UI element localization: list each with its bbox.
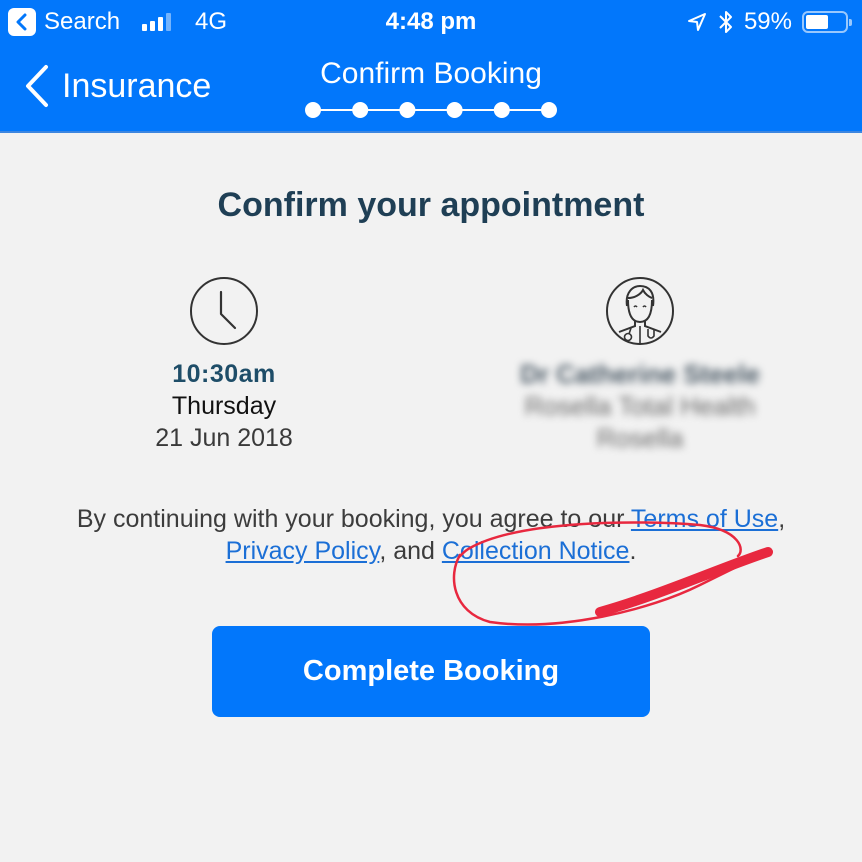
privacy-policy-link[interactable]: Privacy Policy (226, 537, 380, 565)
booking-screen: Search 4G 4:48 pm 59% Insurance Confirm … (0, 0, 862, 862)
practitioner-block: Dr Catherine Steele Rosella Total Health… (490, 276, 790, 454)
battery-icon (802, 11, 852, 33)
status-right: 59% (686, 7, 852, 37)
bluetooth-icon (719, 11, 732, 33)
stepper-dot (541, 102, 557, 118)
stepper-dot (352, 102, 369, 118)
consent-sep: , and (379, 537, 442, 565)
consent-prefix: By continuing with your booking, you agr… (76, 505, 631, 533)
consent-sep: , (778, 505, 786, 533)
confirm-heading: Confirm your appointment (217, 186, 645, 224)
appointment-date: 21 Jun 2018 (155, 424, 293, 452)
clock-icon (190, 277, 258, 345)
progress-stepper (305, 102, 557, 118)
stepper-dot (493, 102, 510, 118)
location-arrow-icon (687, 13, 706, 31)
app-header: Search 4G 4:48 pm 59% Insurance Confirm … (0, 0, 862, 133)
appointment-time-block: 10:30am Thursday 21 Jun 2018 (124, 276, 324, 454)
consent-suffix: . (629, 537, 637, 565)
page-title: Confirm Booking (320, 57, 542, 90)
appointment-day: Thursday (171, 392, 277, 420)
complete-booking-button[interactable]: Complete Booking (212, 626, 650, 717)
practitioner-clinic: Rosella Total Health (524, 391, 756, 421)
battery-percent: 59% (743, 8, 792, 35)
practitioner-suburb: Rosella (596, 423, 684, 453)
practitioner-name: Dr Catherine Steele (520, 359, 760, 389)
status-bar: Search 4G 4:48 pm 59% (0, 0, 862, 44)
terms-of-use-link[interactable]: Terms of Use (631, 505, 778, 533)
appointment-time: 10:30am (172, 360, 276, 388)
stepper-dot (399, 102, 416, 118)
stepper-dot (305, 102, 321, 118)
doctor-avatar-icon (606, 277, 674, 345)
collection-notice-link[interactable]: Collection Notice (442, 537, 630, 565)
stepper-dot (446, 102, 463, 118)
battery-fill (806, 15, 829, 29)
consent-text: By continuing with your booking, you agr… (46, 503, 816, 567)
battery-nub (849, 19, 852, 26)
